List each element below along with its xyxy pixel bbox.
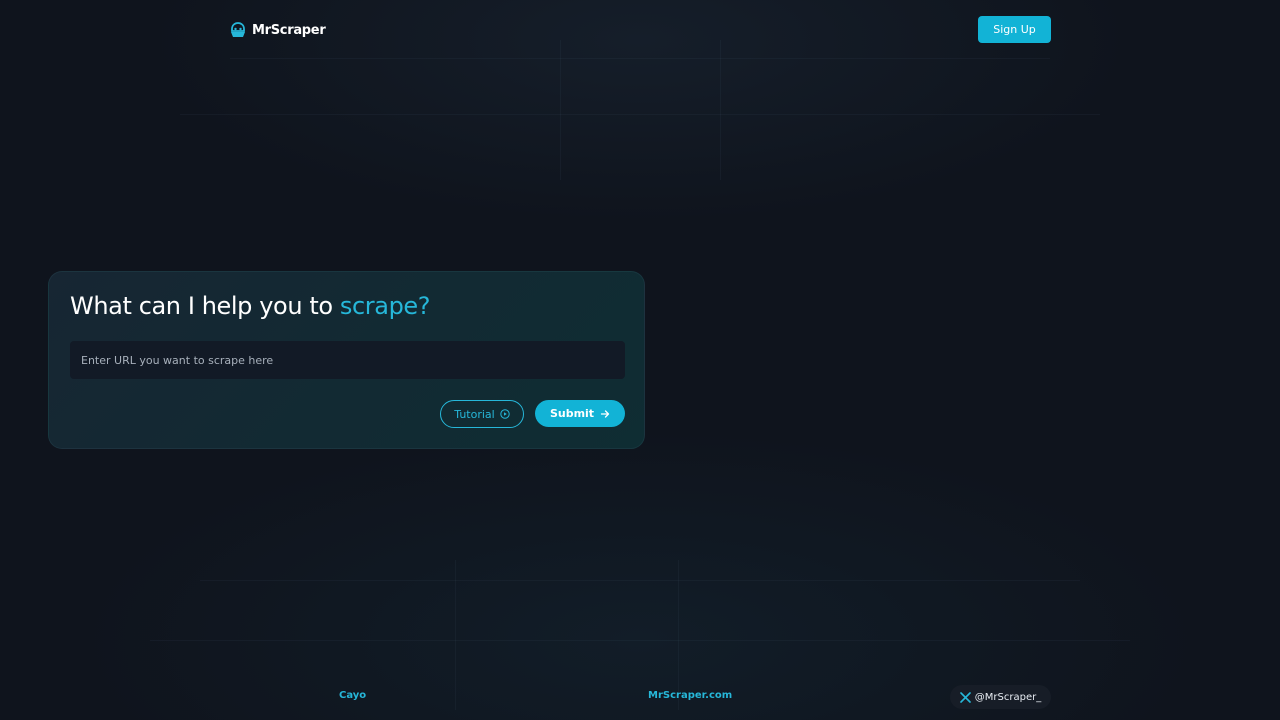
url-input[interactable] [70,341,625,379]
tutorial-button[interactable]: Tutorial [440,400,524,428]
background-grid-line [180,114,1100,115]
scrape-card: What can I help you to scrape? Tutorial … [48,271,645,449]
brand-name: MrScraper [252,22,326,38]
mrscraper-logo-icon [231,22,245,37]
footer-link-mrscraper[interactable]: MrScraper.com [648,690,732,704]
background-grid-line [455,560,456,710]
play-circle-icon [500,409,510,419]
background-grid-line [560,40,561,180]
x-icon [959,691,971,703]
headline-accent: scrape? [339,292,431,320]
background-grid-line [230,58,1050,59]
footer-link-cayo[interactable]: Cayo [339,690,366,704]
background-grid-line [720,40,721,180]
background-grid-line [150,640,1130,641]
social-x-link[interactable]: @MrScraper_ [950,685,1051,709]
submit-label: Submit [549,407,595,420]
tutorial-label: Tutorial [454,407,495,421]
page: MrScraper Sign Up What can I help you to… [0,0,1280,720]
social-handle: @MrScraper_ [974,691,1042,703]
background-grid-line [200,580,1080,581]
submit-button[interactable]: Submit [535,400,625,427]
headline-text: What can I help you to [70,292,340,320]
arrow-right-icon [600,409,610,418]
sign-up-button[interactable]: Sign Up [978,16,1051,43]
brand-logo[interactable]: MrScraper [229,19,326,41]
card-headline: What can I help you to scrape? [70,292,431,320]
background-grid-line [678,560,679,710]
